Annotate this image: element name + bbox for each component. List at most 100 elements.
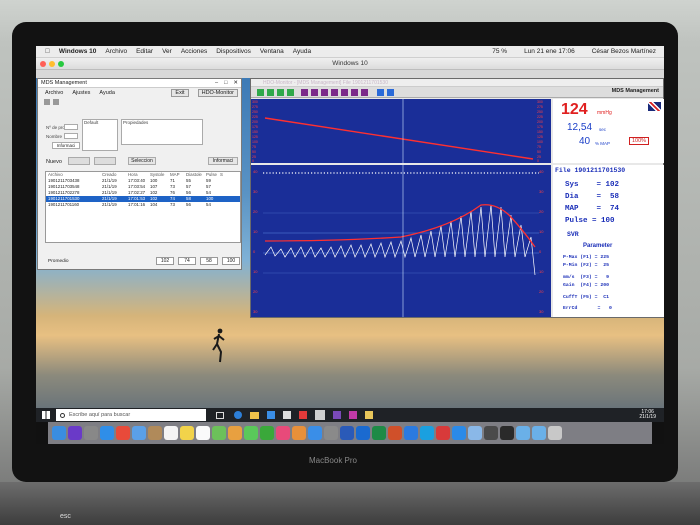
zoom-icon[interactable] xyxy=(58,61,64,67)
arrow-up-icon[interactable] xyxy=(377,89,384,96)
minimize-icon[interactable] xyxy=(49,61,55,67)
safari-icon[interactable] xyxy=(100,426,114,440)
last-icon[interactable] xyxy=(287,89,294,96)
trash-icon[interactable] xyxy=(548,426,562,440)
edge-icon[interactable] xyxy=(234,411,242,419)
exit-button[interactable]: Exit xyxy=(171,88,189,97)
app-icon[interactable] xyxy=(500,426,514,440)
facetime-icon[interactable] xyxy=(260,426,274,440)
zoom-icon-4[interactable] xyxy=(331,89,338,96)
powerpoint-icon[interactable] xyxy=(388,426,402,440)
onedrive-icon[interactable] xyxy=(404,426,418,440)
table-row[interactable]: 1901211701160 21/1/19 17:01:16 104 73 56 54 xyxy=(46,202,240,208)
mac-app-name[interactable]: Windows 10 xyxy=(59,48,97,55)
pron-input[interactable] xyxy=(64,124,78,130)
siri-icon[interactable] xyxy=(68,426,82,440)
p-max-row[interactable]: P-Max (F1) = 225 xyxy=(563,255,609,260)
c1-icon[interactable] xyxy=(361,89,368,96)
minimize-icon[interactable]: – xyxy=(215,80,218,86)
mds-menu-ajustes[interactable]: Ajustes xyxy=(72,90,90,96)
nuevo-button[interactable]: Nuevo xyxy=(46,159,62,165)
zoom-icon-3[interactable] xyxy=(321,89,328,96)
zoom-icon-6[interactable] xyxy=(351,89,358,96)
photos-icon[interactable] xyxy=(228,426,242,440)
close-icon[interactable]: ✕ xyxy=(233,80,238,86)
seleccion-button[interactable]: Seleccion xyxy=(128,157,156,165)
app-icon[interactable] xyxy=(299,411,307,419)
messages-icon[interactable] xyxy=(244,426,258,440)
mds-menu-archivo[interactable]: Archivo xyxy=(45,90,63,96)
p-min-row[interactable]: P-Min (F2) = 25 xyxy=(563,263,609,268)
col-s[interactable]: S xyxy=(220,172,226,178)
taskbar-search[interactable]: Escribe aquí para buscar xyxy=(56,409,206,421)
first-icon[interactable] xyxy=(257,89,264,96)
percent-box[interactable]: 100% xyxy=(629,137,650,145)
app-icon[interactable] xyxy=(468,426,482,440)
app-icon[interactable] xyxy=(484,426,498,440)
task-view-icon[interactable] xyxy=(216,411,224,419)
cuff-row[interactable]: CuffT (F5) = C1 xyxy=(563,295,609,300)
app-icon[interactable] xyxy=(365,411,373,419)
hdo-monitor-button[interactable]: HDO-Monitor xyxy=(197,88,238,97)
store-icon[interactable] xyxy=(267,411,275,419)
calendar-icon[interactable] xyxy=(164,426,178,440)
apple-icon[interactable]:  xyxy=(45,48,50,55)
prev-icon[interactable] xyxy=(267,89,274,96)
cloud-icon[interactable] xyxy=(452,426,466,440)
mds-menu-ayuda[interactable]: Ayuda xyxy=(99,90,115,96)
close-icon[interactable] xyxy=(40,61,46,67)
preferences-icon[interactable] xyxy=(324,426,338,440)
app-icon[interactable] xyxy=(283,411,291,419)
flag-icon[interactable] xyxy=(648,102,661,111)
nombre-input[interactable] xyxy=(64,133,78,139)
outlook-icon[interactable] xyxy=(356,426,370,440)
info-button[interactable]: Informaci xyxy=(52,142,80,149)
arrow-down-icon[interactable] xyxy=(387,89,394,96)
menu-archivo[interactable]: Archivo xyxy=(105,48,127,55)
folder-icon[interactable] xyxy=(532,426,546,440)
zoom-icon-1[interactable] xyxy=(301,89,308,96)
app-icon[interactable] xyxy=(349,411,357,419)
folder-icon[interactable] xyxy=(516,426,530,440)
menu-ver[interactable]: Ver xyxy=(162,48,172,55)
active-app-icon[interactable] xyxy=(315,410,325,420)
mms-row[interactable]: mm/s (F3) = 9 xyxy=(563,275,609,280)
maximize-icon[interactable]: □ xyxy=(224,80,227,86)
launchpad-icon[interactable] xyxy=(84,426,98,440)
folder-icon[interactable] xyxy=(44,99,50,105)
windows-start-icon[interactable] xyxy=(42,411,50,419)
user-name[interactable]: César Bezos Martínez xyxy=(592,48,656,55)
field-label-nombre: Nombre xyxy=(46,134,63,139)
clock[interactable]: Lun 21 ene 17:06 xyxy=(524,48,575,55)
gain-row[interactable]: Gain (F4) = 200 xyxy=(563,283,609,288)
app-store-icon[interactable] xyxy=(308,426,322,440)
informacion-button[interactable]: Informaci xyxy=(208,157,238,165)
menu-ayuda[interactable]: Ayuda xyxy=(293,48,311,55)
taskbar-clock[interactable]: 17:06 21/1/19 xyxy=(639,409,656,421)
file-explorer-icon[interactable] xyxy=(250,411,259,419)
menu-ventana[interactable]: Ventana xyxy=(260,48,284,55)
chrome-icon[interactable] xyxy=(116,426,130,440)
books-icon[interactable] xyxy=(292,426,306,440)
svr-label[interactable]: SVR xyxy=(567,231,579,238)
word-icon[interactable] xyxy=(340,426,354,440)
menu-dispositivos[interactable]: Dispositivos xyxy=(216,48,251,55)
zoom-icon-5[interactable] xyxy=(341,89,348,96)
app-icon[interactable] xyxy=(333,411,341,419)
contacts-icon[interactable] xyxy=(148,426,162,440)
next-icon[interactable] xyxy=(277,89,284,96)
music-icon[interactable] xyxy=(276,426,290,440)
zoom-icon-2[interactable] xyxy=(311,89,318,96)
grid-icon[interactable] xyxy=(53,99,59,105)
excel-icon[interactable] xyxy=(372,426,386,440)
mail-icon[interactable] xyxy=(132,426,146,440)
skype-icon[interactable] xyxy=(420,426,434,440)
notes-icon[interactable] xyxy=(180,426,194,440)
reminders-icon[interactable] xyxy=(196,426,210,440)
maps-icon[interactable] xyxy=(212,426,226,440)
finder-icon[interactable] xyxy=(52,426,66,440)
menu-acciones[interactable]: Acciones xyxy=(181,48,207,55)
battery-status[interactable]: 75 % xyxy=(492,48,507,55)
parallels-icon[interactable] xyxy=(436,426,450,440)
menu-editar[interactable]: Editar xyxy=(136,48,153,55)
